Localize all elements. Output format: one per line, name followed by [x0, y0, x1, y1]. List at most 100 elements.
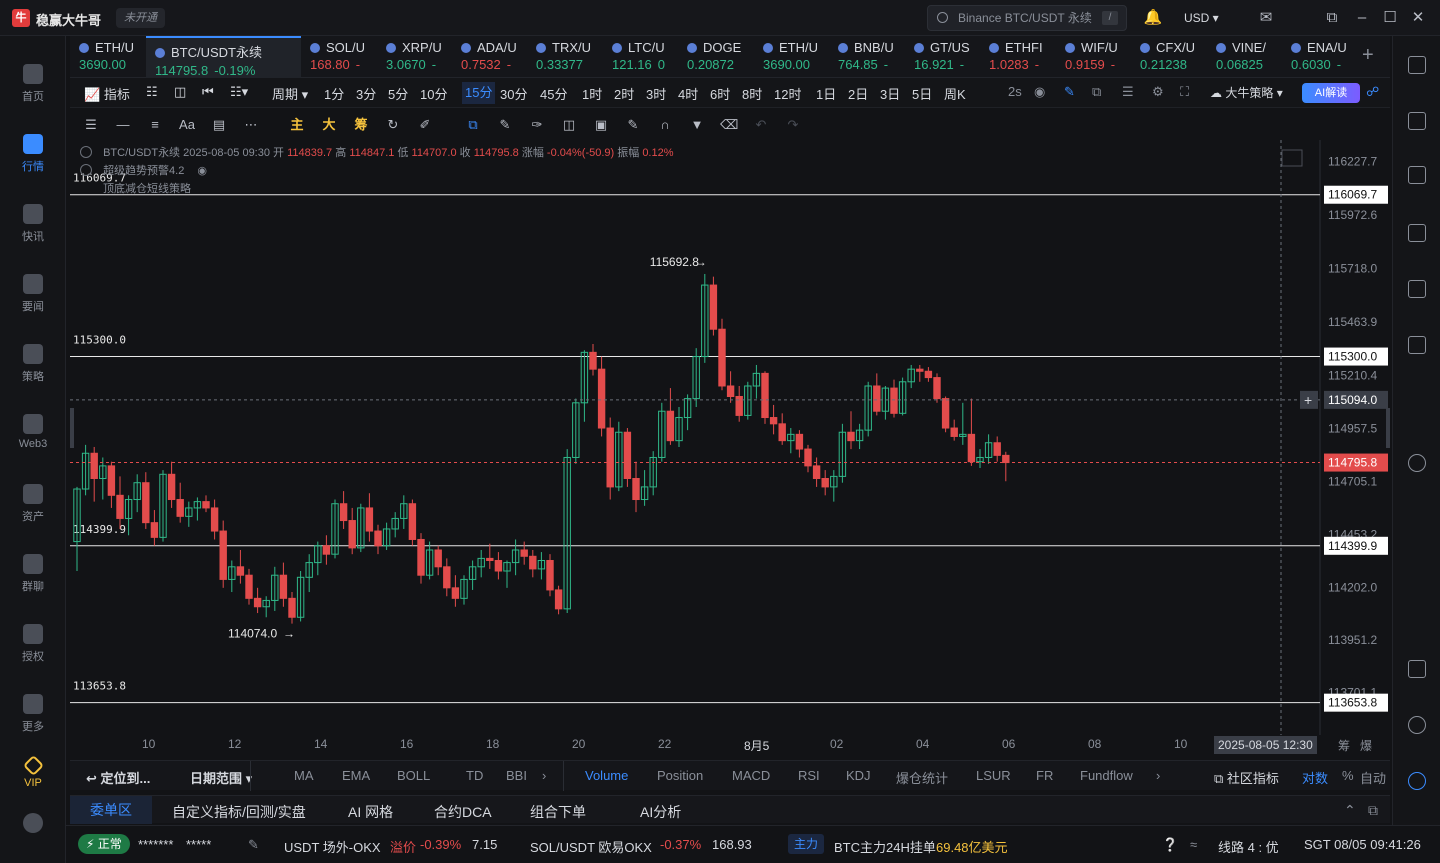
community-indicator-button[interactable]: ⧉ 社区指标 — [1214, 768, 1279, 787]
expand-icon[interactable]: ⧉ — [1092, 84, 1101, 100]
indicator-tab-4[interactable]: BBI — [506, 768, 527, 783]
filter-icon[interactable]: ▼ — [688, 117, 706, 133]
signal-icon[interactable] — [1408, 224, 1426, 242]
period-select[interactable]: 周期 ▾ — [272, 84, 308, 103]
auto-scale-toggle[interactable]: 自动 — [1360, 768, 1386, 787]
line-status[interactable]: 线路 4 : 优 — [1218, 837, 1279, 856]
eye-icon[interactable]: ◉ — [197, 165, 207, 177]
nav-item-5[interactable]: Web3 — [0, 402, 66, 464]
refresh-interval[interactable]: 2s — [1008, 84, 1022, 99]
axis-burst-icon[interactable]: 爆 — [1360, 737, 1372, 754]
maximize-icon[interactable]: ☐ — [1380, 8, 1400, 28]
chevron-up-icon[interactable]: ⌃ — [1344, 802, 1356, 819]
collapse-icon[interactable] — [80, 146, 92, 158]
ticker-tab-15[interactable]: ENA/U 0.6030- — [1282, 36, 1358, 78]
close-icon[interactable]: ✕ — [1408, 8, 1428, 28]
period-13[interactable]: 12时 — [774, 84, 801, 103]
period-0[interactable]: 1分 — [324, 84, 344, 103]
indicator-tab-1[interactable]: EMA — [342, 768, 370, 783]
nav-item-10[interactable]: VIP — [0, 746, 66, 808]
calendar-icon[interactable]: ☷ — [146, 84, 158, 100]
period-15[interactable]: 2日 — [848, 84, 868, 103]
period-3[interactable]: 10分 — [420, 84, 447, 103]
big-order-toggle[interactable]: 大 — [320, 117, 338, 133]
share-icon[interactable]: ☍ — [1366, 84, 1379, 100]
ticker-tab-1[interactable]: BTC/USDT永续 114795.8 -0.19% — [146, 36, 301, 78]
period-4[interactable]: 15分 — [462, 82, 496, 104]
ticker-tab-5[interactable]: TRX/U 0.33377 — [527, 36, 603, 78]
select-tool-icon[interactable]: ⧉ — [464, 117, 482, 133]
settings-nav[interactable] — [0, 801, 66, 863]
ruler-icon[interactable]: ▤ — [210, 117, 228, 133]
indicator-tab-5[interactable]: Volume — [585, 768, 628, 783]
nav-item-6[interactable]: 资产 — [0, 472, 66, 534]
period-9[interactable]: 3时 — [646, 84, 666, 103]
exchange-icon[interactable] — [1408, 454, 1426, 472]
fullscreen-icon[interactable]: ⛶ — [1180, 84, 1189, 100]
period-10[interactable]: 4时 — [678, 84, 698, 103]
ticker-tab-4[interactable]: ADA/U 0.7532- — [452, 36, 527, 78]
indicator-tab-11[interactable]: LSUR — [976, 768, 1011, 783]
list-icon[interactable]: ☰ — [1122, 84, 1134, 100]
axis-zoom-icon[interactable]: 筹 — [1338, 737, 1350, 754]
indicator-tab-9[interactable]: KDJ — [846, 768, 871, 783]
nav-item-4[interactable]: 策略 — [0, 332, 66, 394]
ticker-tab-7[interactable]: DOGE 0.20872 — [678, 36, 754, 78]
order-tab-5[interactable]: AI分析 — [640, 802, 681, 822]
pencil-icon[interactable]: ✎ — [496, 117, 514, 133]
headset-icon[interactable] — [1408, 716, 1426, 734]
redo-icon[interactable]: ↷ — [784, 117, 802, 133]
indicator-tab-3[interactable]: TD — [466, 768, 483, 783]
popout-panel-icon[interactable]: ⧉ — [1368, 802, 1378, 819]
ticker-tab-6[interactable]: LTC/U 121.16 0 — [603, 36, 678, 78]
chevron-right-icon[interactable]: › — [542, 768, 546, 783]
left-scroll-handle[interactable] — [70, 408, 74, 448]
period-5[interactable]: 30分 — [500, 84, 527, 103]
period-14[interactable]: 1日 — [816, 84, 836, 103]
currency-select[interactable]: USD ▾ — [1184, 8, 1242, 28]
indicator-tab-6[interactable]: Position — [657, 768, 703, 783]
collapse-icon[interactable] — [80, 164, 92, 176]
indicator-tab-12[interactable]: FR — [1036, 768, 1053, 783]
indicator-tab-2[interactable]: BOLL — [397, 768, 430, 783]
candlestick-chart[interactable]: 116227.7 115972.6 115718.0 115463.9 115210.4… — [70, 140, 1390, 735]
order-tab-1[interactable]: 自定义指标/回测/实盘 — [172, 802, 306, 822]
date-range-select[interactable]: 日期范围 ▾ — [190, 768, 252, 787]
period-2[interactable]: 5分 — [388, 84, 408, 103]
ticker-tab-0[interactable]: ETH/U 3690.00 — [70, 36, 146, 78]
help-icon[interactable]: ❔ — [1162, 837, 1178, 853]
indicator-tab-7[interactable]: MACD — [732, 768, 770, 783]
nav-item-0[interactable]: 首页 — [0, 52, 66, 114]
camera-icon[interactable]: ◉ — [1034, 84, 1045, 100]
indicator-tab-0[interactable]: MA — [294, 768, 314, 783]
mail-icon[interactable]: ✉ — [1256, 8, 1276, 28]
chevron-right-icon[interactable]: › — [1156, 768, 1160, 783]
nav-item-7[interactable]: 群聊 — [0, 542, 66, 604]
parallel-tool-icon[interactable]: ≡ — [146, 117, 164, 133]
indicator-button[interactable]: 📈 指标 — [84, 84, 130, 103]
connection-status-badge[interactable]: ⚡ 正常 — [78, 834, 130, 854]
period-18[interactable]: 周K — [944, 84, 966, 103]
nav-item-9[interactable]: 更多 — [0, 682, 66, 744]
edit-icon[interactable]: ✎ — [248, 837, 259, 853]
assistant-icon[interactable] — [1408, 772, 1426, 790]
ticker-tab-9[interactable]: BNB/U 764.85- — [829, 36, 905, 78]
menu-icon[interactable]: ☰ — [82, 117, 100, 133]
indicator-tab-8[interactable]: RSI — [798, 768, 820, 783]
period-1[interactable]: 3分 — [356, 84, 376, 103]
main-chart-toggle[interactable]: 主 — [288, 117, 306, 133]
hline-tool-icon[interactable]: — — [114, 117, 132, 133]
nav-item-3[interactable]: 要闻 — [0, 262, 66, 324]
layout-panel-icon[interactable] — [1408, 660, 1426, 678]
ticker-tab-11[interactable]: ETHFI 1.0283- — [980, 36, 1056, 78]
wallet-icon[interactable] — [1408, 336, 1426, 354]
indicator-tab-13[interactable]: Fundflow — [1080, 768, 1133, 783]
lock-icon[interactable]: ▣ — [592, 117, 610, 133]
order-tab-0[interactable]: 委单区 — [70, 796, 152, 824]
undo-icon[interactable]: ↶ — [752, 117, 770, 133]
right-scroll-handle[interactable] — [1386, 408, 1390, 448]
indicator-tab-10[interactable]: 爆仓统计 — [896, 768, 948, 787]
candle-tool-icon[interactable]: ◫ — [560, 117, 578, 133]
document-icon[interactable] — [1408, 112, 1426, 130]
text-tool-icon[interactable]: Aa — [178, 117, 196, 133]
